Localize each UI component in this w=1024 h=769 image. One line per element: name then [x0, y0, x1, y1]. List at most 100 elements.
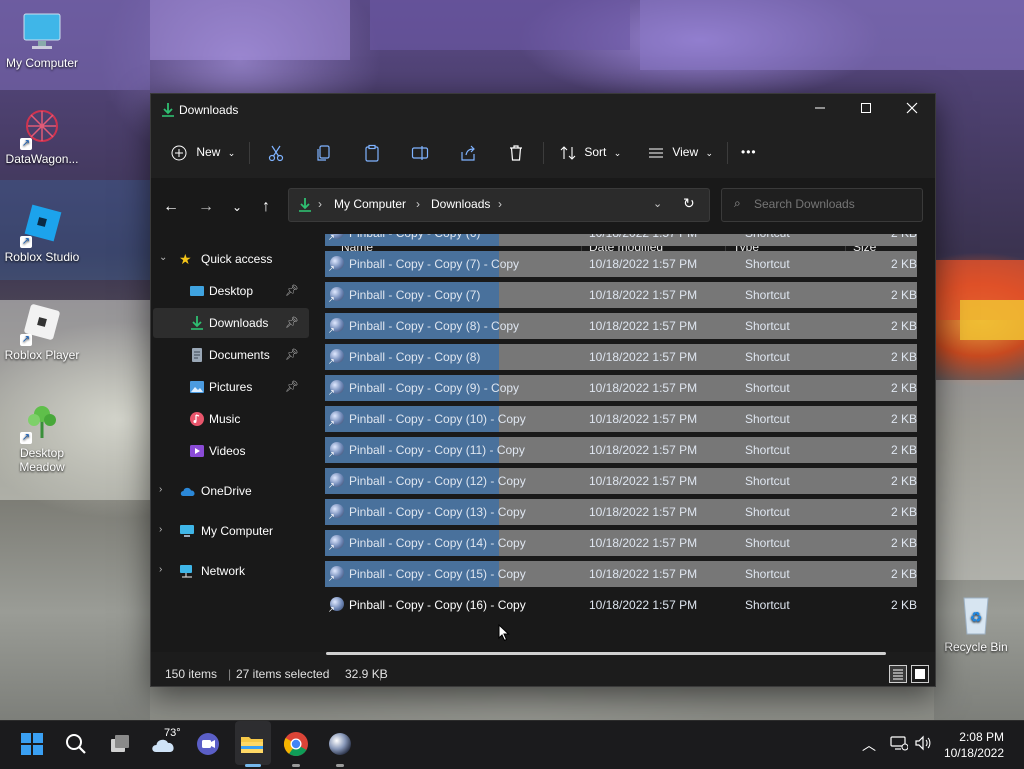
back-button[interactable]: ←: [159, 196, 183, 220]
file-date-modified: 10/18/2022 1:57 PM: [589, 288, 698, 302]
new-button[interactable]: New ⌄: [171, 138, 235, 166]
rename-button[interactable]: [411, 138, 429, 166]
up-button[interactable]: ↑: [254, 196, 278, 220]
file-row[interactable]: Pinball - Copy - Copy (11) - Copy 10/18/2…: [325, 437, 917, 463]
breadcrumb-my-computer[interactable]: My Computer: [334, 197, 406, 211]
file-list: Name Date modified Type Size Pinball - C…: [309, 234, 935, 652]
file-date-modified: 10/18/2022 1:57 PM: [589, 381, 698, 395]
pinball-taskbar-button[interactable]: [326, 730, 356, 767]
sort-button[interactable]: Sort ⌄: [559, 138, 621, 166]
copy-icon: [317, 145, 330, 161]
file-type: Shortcut: [745, 319, 790, 333]
desktop-icon-roblox-player[interactable]: ↗ Roblox Player: [0, 302, 84, 362]
view-button[interactable]: View ⌄: [647, 138, 713, 166]
file-name: Pinball - Copy - Copy (10) - Copy: [349, 412, 526, 426]
star-icon: ★: [179, 251, 192, 267]
recent-locations-button[interactable]: ⌄: [225, 196, 249, 220]
chevron-down-icon: ⌄: [227, 148, 236, 158]
sidebar-item-network[interactable]: › Network: [153, 556, 309, 586]
chat-button[interactable]: [194, 730, 224, 760]
file-explorer-taskbar-button[interactable]: [235, 721, 271, 767]
pin-icon[interactable]: 📌︎: [285, 380, 299, 393]
sidebar-item-downloads[interactable]: Downloads 📌︎: [153, 308, 309, 338]
maximize-button[interactable]: [843, 94, 889, 126]
file-size: 2 KB: [891, 234, 917, 240]
cut-button[interactable]: [267, 138, 285, 166]
sidebar-item-pictures[interactable]: Pictures 📌︎: [153, 372, 309, 402]
sidebar-item-music[interactable]: Music: [153, 404, 309, 434]
search-button[interactable]: [62, 730, 92, 760]
clock-date: 10/18/2022: [943, 746, 1004, 760]
file-row[interactable]: Pinball - Copy - Copy (13) - Copy 10/18/2…: [325, 499, 917, 525]
file-size: 2 KB: [890, 412, 917, 426]
tiles-view-button[interactable]: [911, 665, 929, 683]
pin-icon[interactable]: 📌︎: [285, 284, 299, 297]
desktop-icon-desktop-meadow[interactable]: ↗ Desktop Meadow: [0, 400, 84, 474]
breadcrumb-downloads[interactable]: Downloads: [431, 197, 490, 211]
start-button[interactable]: [18, 730, 48, 760]
pinball-shortcut-icon: [328, 566, 344, 583]
file-date-modified: 10/18/2022 1:57 PM: [589, 412, 698, 426]
pin-icon[interactable]: 📌︎: [285, 316, 299, 329]
toolbar-divider: [543, 142, 544, 164]
file-row[interactable]: Pinball - Copy - Copy (7) 10/18/2022 1:57…: [325, 282, 917, 308]
sidebar-item-documents[interactable]: Documents 📌︎: [153, 340, 309, 370]
desktop-icon-my-computer[interactable]: My Computer: [0, 10, 84, 70]
weather-widget[interactable]: 73°: [150, 727, 181, 760]
file-row[interactable]: Pinball - Copy - Copy (7) - Copy 10/18/20…: [325, 251, 917, 277]
forward-button[interactable]: →: [194, 196, 218, 220]
pin-icon[interactable]: 📌︎: [285, 348, 299, 361]
sidebar-item-desktop[interactable]: Desktop 📌︎: [153, 276, 309, 306]
file-row[interactable]: Pinball - Copy - Copy (8) - Copy 10/18/20…: [325, 313, 917, 339]
file-row[interactable]: Pinball - Copy - Copy (14) - Copy 10/18/2…: [325, 530, 917, 556]
file-row[interactable]: Pinball - Copy - Copy (15) - Copy 10/18/2…: [325, 561, 917, 587]
sidebar-item-my-computer[interactable]: › My Computer: [153, 516, 309, 546]
show-hidden-icons-button[interactable]: ︿: [862, 735, 876, 755]
desktop-icon-roblox-studio[interactable]: ↗ Roblox Studio: [0, 204, 84, 264]
pinball-shortcut-icon: [328, 256, 344, 273]
title-bar[interactable]: Downloads: [151, 94, 935, 126]
chevron-right-icon: ›: [159, 484, 163, 495]
share-button[interactable]: [459, 138, 477, 166]
horizontal-scrollbar[interactable]: [326, 652, 886, 655]
file-name: Pinball - Copy - Copy (8) - Copy: [349, 319, 520, 333]
details-view-button[interactable]: [889, 665, 907, 683]
file-row[interactable]: Pinball - Copy - Copy (12) - Copy 10/18/2…: [325, 468, 917, 494]
network-status-icon[interactable]: [890, 735, 909, 755]
address-bar[interactable]: › My Computer › Downloads › ⌄ ↻: [288, 188, 710, 222]
sidebar-item-videos[interactable]: Videos: [153, 436, 309, 466]
file-size: 2 KB: [890, 288, 917, 302]
file-row[interactable]: Pinball - Copy - Copy (8) 10/18/2022 1:57…: [325, 344, 917, 370]
close-button[interactable]: [889, 94, 935, 126]
chrome-taskbar-button[interactable]: [282, 730, 312, 767]
taskbar-clock[interactable]: 2:08 PM 10/18/2022: [944, 729, 1004, 761]
file-type: Shortcut: [745, 381, 790, 395]
volume-icon[interactable]: [914, 735, 932, 755]
file-row[interactable]: Pinball - Copy - Copy (16) - Copy 10/18/2…: [325, 592, 917, 618]
search-box[interactable]: ⌕: [721, 188, 923, 222]
network-icon: [179, 563, 195, 579]
paste-button[interactable]: [363, 138, 381, 166]
search-input[interactable]: [752, 196, 916, 212]
delete-button[interactable]: [507, 138, 525, 166]
clock-time: 2:08 PM: [959, 730, 1004, 744]
sidebar-item-onedrive[interactable]: › OneDrive: [153, 476, 309, 506]
file-name: Pinball - Copy - Copy (13) - Copy: [349, 505, 526, 519]
desktop-icon-recycle-bin[interactable]: ♻ Recycle Bin: [942, 592, 1010, 654]
task-view-button[interactable]: [106, 730, 136, 760]
file-row[interactable]: Pinball - Copy - Copy (9) - Copy 10/18/20…: [325, 375, 917, 401]
copy-button[interactable]: [315, 138, 333, 166]
file-row[interactable]: Pinball - Copy - Copy (10) - Copy 10/18/2…: [325, 406, 917, 432]
chevron-down-icon: ⌄: [231, 200, 243, 214]
sidebar-item-label: Desktop: [209, 284, 254, 298]
refresh-icon[interactable]: ↻: [683, 195, 695, 212]
more-options-button[interactable]: •••: [741, 138, 757, 166]
file-type: Shortcut: [745, 288, 790, 302]
file-date-modified: 10/18/2022 1:57 PM: [589, 234, 697, 240]
address-history-chevron-icon[interactable]: ⌄: [653, 197, 662, 210]
desktop-icon-datawagon[interactable]: ↗ DataWagon...: [0, 106, 84, 166]
sidebar-item-quick-access[interactable]: ⌄ ★ Quick access: [153, 244, 309, 274]
file-row[interactable]: Pinball - Copy - Copy (6) 10/18/2022 1:57…: [325, 234, 917, 246]
minimize-button[interactable]: [797, 94, 843, 126]
file-type: Shortcut: [745, 567, 790, 581]
